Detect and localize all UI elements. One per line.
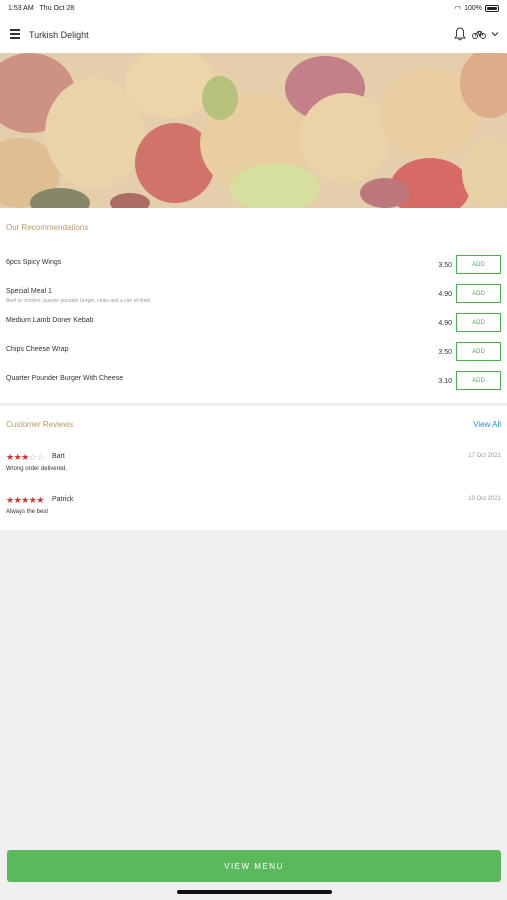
star-rating: ★★★☆☆ [6, 452, 44, 462]
recommendations-section: Our Recommendations 6pcs Spicy Wings 3.5… [0, 208, 507, 403]
reviews-section: Customer Reviews View All ★★★☆☆ Bart 17 … [0, 406, 507, 530]
review-text: Always the best [6, 509, 49, 515]
item-price: 3.50 [438, 349, 452, 356]
status-bar: 1:53 AM Thu Oct 28 ◠ 100% [0, 0, 507, 18]
chevron-down-icon[interactable] [491, 30, 499, 38]
hamburger-menu-icon[interactable] [10, 29, 20, 39]
reviewer-name: Bart [52, 453, 65, 460]
recommendations-title: Our Recommendations [6, 223, 89, 232]
hero-food-image [0, 53, 507, 208]
menu-item: 6pcs Spicy Wings 3.50 ADD [0, 255, 507, 287]
star-empty-icon: ☆ [36, 452, 44, 462]
review-date: 17 Oct 2021 [468, 453, 501, 459]
item-price: 3.10 [438, 378, 452, 385]
item-name: Quarter Pounder Burger With Cheese [6, 375, 124, 382]
item-price: 3.50 [438, 262, 452, 269]
item-price: 4.90 [438, 320, 452, 327]
item-name: 6pcs Spicy Wings [6, 259, 62, 266]
star-filled-icon: ★ [6, 495, 14, 505]
battery-icon [485, 5, 499, 12]
item-price: 4.90 [438, 291, 452, 298]
star-rating: ★★★★★ [6, 495, 44, 505]
item-name: Special Meal 1 [6, 288, 52, 295]
reviewer-name: Patrick [52, 496, 74, 503]
status-right: ◠ 100% [454, 4, 499, 13]
bell-icon[interactable] [454, 27, 466, 41]
menu-item: Chips Cheese Wrap 3.50 ADD [0, 342, 507, 374]
reviews-title: Customer Reviews [6, 420, 74, 429]
star-filled-icon: ★ [21, 452, 29, 462]
menu-item: Special Meal 1 Beef or chicken, quarter … [0, 284, 507, 316]
battery-percent: 100% [464, 5, 482, 12]
add-button[interactable]: ADD [456, 284, 501, 303]
view-menu-button[interactable]: VIEW MENU [7, 850, 501, 882]
add-button[interactable]: ADD [456, 342, 501, 361]
star-filled-icon: ★ [21, 495, 29, 505]
menu-item: Medium Lamb Doner Kebab 4.90 ADD [0, 313, 507, 345]
add-button[interactable]: ADD [456, 255, 501, 274]
item-description: Beef or chicken, quarter pounder burger,… [6, 298, 150, 304]
star-filled-icon: ★ [36, 495, 44, 505]
home-indicator[interactable] [177, 890, 332, 894]
item-name: Chips Cheese Wrap [6, 346, 69, 353]
item-name: Medium Lamb Doner Kebab [6, 317, 94, 324]
status-time: 1:53 AM Thu Oct 28 [8, 5, 75, 12]
menu-item: Quarter Pounder Burger With Cheese 3.10 … [0, 371, 507, 403]
view-all-link[interactable]: View All [473, 420, 501, 429]
star-filled-icon: ★ [6, 452, 14, 462]
page-title: Turkish Delight [29, 30, 89, 40]
review-item: ★★★★★ Patrick 10 Oct 2021 Always the bes… [0, 495, 507, 525]
add-button[interactable]: ADD [456, 371, 501, 390]
bicycle-icon[interactable] [472, 29, 486, 39]
review-item: ★★★☆☆ Bart 17 Oct 2021 Wrong order deliv… [0, 452, 507, 482]
review-date: 10 Oct 2021 [468, 496, 501, 502]
review-text: Wrong order delivered. [6, 466, 67, 472]
add-button[interactable]: ADD [456, 313, 501, 332]
wifi-icon: ◠ [454, 4, 462, 13]
nav-bar: Turkish Delight [0, 18, 507, 53]
